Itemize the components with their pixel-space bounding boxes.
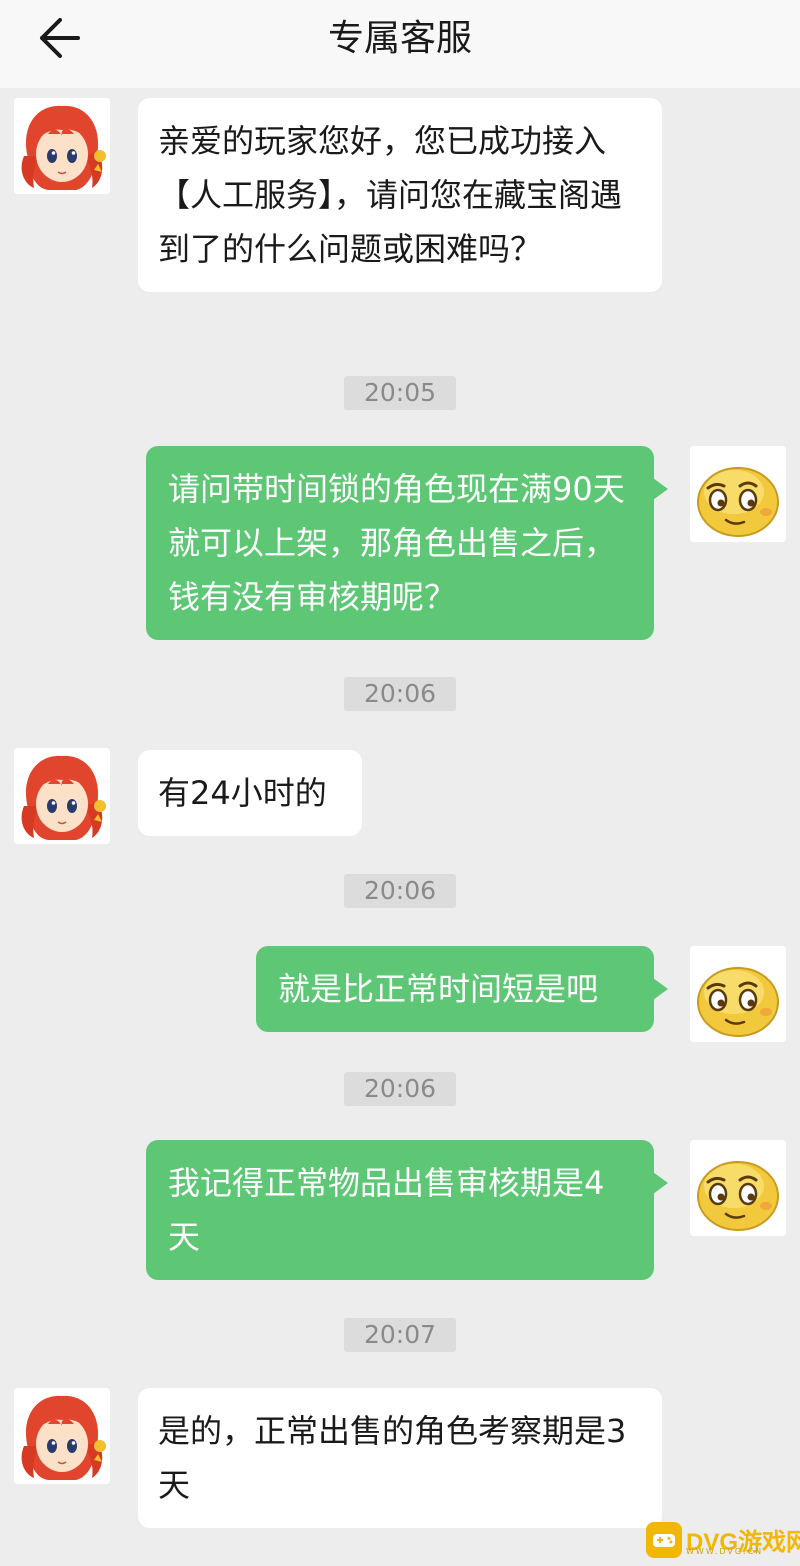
agent-avatar-icon <box>14 1388 110 1484</box>
page-title: 专属客服 <box>327 18 472 59</box>
message-bubble-outgoing[interactable]: 就是比正常时间短是吧 <box>256 946 668 1032</box>
agent-avatar[interactable] <box>14 1388 110 1484</box>
agent-avatar-icon <box>14 98 110 194</box>
user-avatar[interactable] <box>690 946 786 1042</box>
user-avatar[interactable] <box>690 1140 786 1236</box>
watermark-url: WWW.DVG.CN <box>686 1547 764 1556</box>
site-watermark: DVG游戏网 WWW.DVG.CN <box>646 1520 800 1560</box>
agent-avatar-icon <box>14 748 110 844</box>
message-bubble-incoming[interactable]: 有24小时的 <box>138 750 362 836</box>
message-bubble-outgoing[interactable]: 我记得正常物品出售审核期是4天 <box>146 1140 668 1280</box>
chat-header: 专属客服 <box>0 0 800 88</box>
agent-avatar[interactable] <box>14 748 110 844</box>
message-timestamp: 20:07 <box>344 1318 456 1352</box>
message-bubble-incoming[interactable]: 亲爱的玩家您好，您已成功接入【人工服务】，请问您在藏宝阁遇到了的什么问题或困难吗… <box>138 98 662 292</box>
smiley-avatar-icon <box>690 446 786 542</box>
message-bubble-outgoing[interactable]: 请问带时间锁的角色现在满90天就可以上架，那角色出售之后，钱有没有审核期呢？ <box>146 446 668 640</box>
message-bubble-incoming[interactable]: 是的，正常出售的角色考察期是3天 <box>138 1388 662 1528</box>
message-timestamp: 20:06 <box>344 874 456 908</box>
message-timestamp: 20:06 <box>344 1072 456 1106</box>
agent-avatar[interactable] <box>14 98 110 194</box>
user-avatar[interactable] <box>690 446 786 542</box>
message-timestamp: 20:06 <box>344 677 456 711</box>
gamepad-logo-icon <box>646 1522 682 1558</box>
smiley-avatar-icon <box>690 1140 786 1236</box>
smiley-avatar-icon <box>690 946 786 1042</box>
message-timestamp: 20:05 <box>344 376 456 410</box>
